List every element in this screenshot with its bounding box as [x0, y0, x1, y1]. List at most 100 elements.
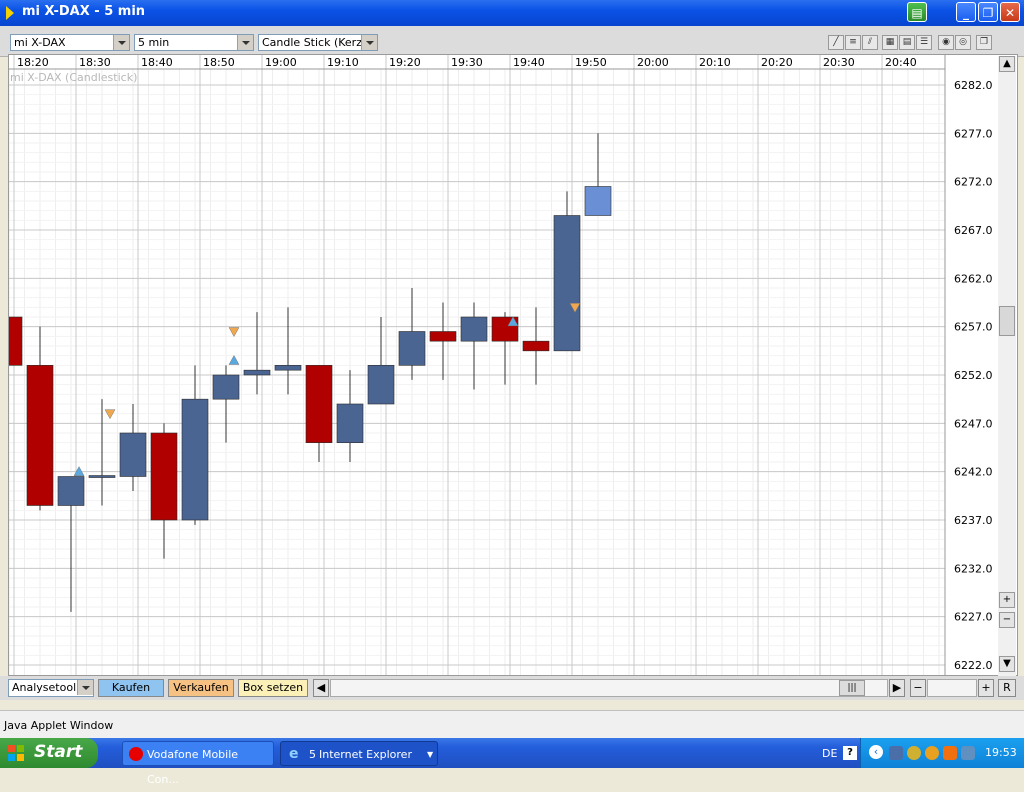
- time-label: 19:10: [327, 56, 359, 69]
- m-app-icon[interactable]: [943, 746, 957, 760]
- taskbar-item-label: Vodafone Mobile Con...: [147, 748, 239, 786]
- print-icon[interactable]: ▤: [907, 2, 927, 22]
- levels-icon[interactable]: ☰: [916, 35, 932, 50]
- analysetool-label: Analysetool: [12, 681, 77, 694]
- chevron-down-icon: ▼: [427, 750, 434, 759]
- scroll-up-button[interactable]: ▲: [999, 56, 1015, 72]
- grid-icon[interactable]: ▦: [882, 35, 898, 50]
- time-label: 20:30: [823, 56, 855, 69]
- fibonacci-icon[interactable]: ▤: [899, 35, 915, 50]
- close-button[interactable]: ✕: [1000, 2, 1020, 22]
- scroll-thumb[interactable]: [999, 306, 1015, 336]
- chart-panel[interactable]: 18:20 18:30 18:40 18:50 19:00 19:10 19:20 19:30…: [8, 54, 1018, 676]
- price-label: 6262.0: [954, 272, 993, 285]
- network-icon[interactable]: [889, 746, 903, 760]
- reset-button[interactable]: R: [998, 679, 1016, 697]
- time-label: 19:30: [451, 56, 483, 69]
- clock: 19:53: [985, 746, 1017, 759]
- time-label: 20:00: [637, 56, 669, 69]
- interval-select[interactable]: 5 min: [134, 34, 254, 51]
- candle-body: [305, 365, 333, 443]
- scroll-down-button[interactable]: ▼: [999, 656, 1015, 672]
- scroll-left-button[interactable]: ◀: [313, 679, 329, 697]
- price-label: 6242.0: [954, 466, 993, 479]
- zoom-out-icon[interactable]: ◎: [955, 35, 971, 50]
- price-label: 6247.0: [954, 417, 993, 430]
- window-titlebar: mi X-DAX - 5 min ▤ _ ❐ ✕: [0, 0, 1024, 26]
- time-zoom-out-button[interactable]: −: [910, 679, 926, 697]
- chevron-left-icon[interactable]: ‹: [869, 745, 883, 759]
- zoom-out-button[interactable]: −: [999, 612, 1015, 628]
- chart-type-select[interactable]: Candle Stick (Kerzen: [258, 34, 378, 51]
- zoom-in-icon[interactable]: ◉: [938, 35, 954, 50]
- chevron-down-icon[interactable]: [237, 35, 253, 50]
- candle-body: [367, 365, 395, 405]
- chart-series-label: mi X-DAX (Candlestick): [10, 71, 137, 84]
- taskbar-group-count: 5: [309, 748, 316, 761]
- time-scrollbar-track[interactable]: |||: [330, 679, 888, 697]
- vodafone-icon: [129, 747, 143, 761]
- verkaufen-button[interactable]: Verkaufen: [168, 679, 234, 697]
- popout-icon[interactable]: ❐: [976, 35, 992, 50]
- system-tray: ‹ 19:53: [860, 738, 1024, 768]
- price-label: 6282.0: [954, 79, 993, 92]
- price-scrollbar[interactable]: ▲ + − ▼: [998, 56, 1016, 676]
- price-label: 6252.0: [954, 369, 993, 382]
- candle-body: [150, 432, 178, 521]
- start-label: Start: [34, 742, 83, 762]
- scroll-right-button[interactable]: ▶: [889, 679, 905, 697]
- time-scroll-thumb[interactable]: |||: [839, 680, 865, 696]
- chart-type-value: Candle Stick (Kerzen: [262, 36, 376, 49]
- minimize-button[interactable]: _: [956, 2, 976, 22]
- taskbar-item-ie[interactable]: e 5 Internet Explorer ▼: [280, 741, 438, 766]
- chevron-down-icon[interactable]: [113, 35, 129, 50]
- candle-body: [429, 331, 457, 342]
- restore-button[interactable]: ❐: [978, 2, 998, 22]
- security-icon[interactable]: [925, 746, 939, 760]
- status-text: Java Applet Window: [4, 719, 114, 732]
- candle-body: [88, 475, 116, 478]
- candle-body: [119, 432, 147, 477]
- instrument-select[interactable]: mi X-DAX: [10, 34, 130, 51]
- time-label: 20:20: [761, 56, 793, 69]
- candle-body: [274, 365, 302, 371]
- price-label: 6222.0: [954, 659, 993, 672]
- sell-signal-marker: [228, 327, 240, 338]
- start-button[interactable]: Start: [0, 738, 98, 768]
- candle-body: [243, 369, 271, 376]
- interval-value: 5 min: [138, 36, 170, 49]
- taskbar-item-vodafone[interactable]: Vodafone Mobile Con...: [122, 741, 274, 786]
- analysetool-select[interactable]: Analysetool: [8, 679, 94, 697]
- channel-icon[interactable]: ⫽: [862, 35, 878, 50]
- kaufen-button[interactable]: Kaufen: [98, 679, 164, 697]
- chevron-down-icon[interactable]: [77, 680, 93, 695]
- help-icon[interactable]: ?: [843, 746, 857, 760]
- connection-icon[interactable]: [961, 746, 975, 760]
- language-indicator[interactable]: DE: [822, 747, 837, 760]
- price-label: 6277.0: [954, 127, 993, 140]
- chevron-down-icon[interactable]: [361, 35, 377, 50]
- time-zoom-in-button[interactable]: +: [978, 679, 994, 697]
- chart-bottombar: Analysetool Kaufen Verkaufen Box setzen …: [0, 676, 1024, 700]
- price-label: 6257.0: [954, 321, 993, 334]
- price-label: 6272.0: [954, 176, 993, 189]
- time-label: 18:50: [203, 56, 235, 69]
- time-label: 19:20: [389, 56, 421, 69]
- taskbar-item-label: Internet Explorer: [319, 748, 412, 761]
- trendline-icon[interactable]: ╱: [828, 35, 844, 50]
- time-label: 18:30: [79, 56, 111, 69]
- globe-icon[interactable]: [907, 746, 921, 760]
- candle-body: [212, 374, 240, 400]
- candle-body: [584, 186, 612, 216]
- windows-logo-icon: [8, 745, 24, 761]
- candlestick-chart[interactable]: 18:20 18:30 18:40 18:50 19:00 19:10 19:20 19:30…: [9, 55, 999, 675]
- candle-body: [522, 340, 550, 352]
- time-zoom-track[interactable]: [927, 679, 977, 697]
- time-label: 20:40: [885, 56, 917, 69]
- buy-signal-marker: [228, 354, 240, 365]
- candle-body: [336, 403, 364, 443]
- window-title: mi X-DAX - 5 min: [22, 4, 146, 19]
- zoom-in-button[interactable]: +: [999, 592, 1015, 608]
- horizontal-lines-icon[interactable]: ≡: [845, 35, 861, 50]
- box-setzen-button[interactable]: Box setzen: [238, 679, 308, 697]
